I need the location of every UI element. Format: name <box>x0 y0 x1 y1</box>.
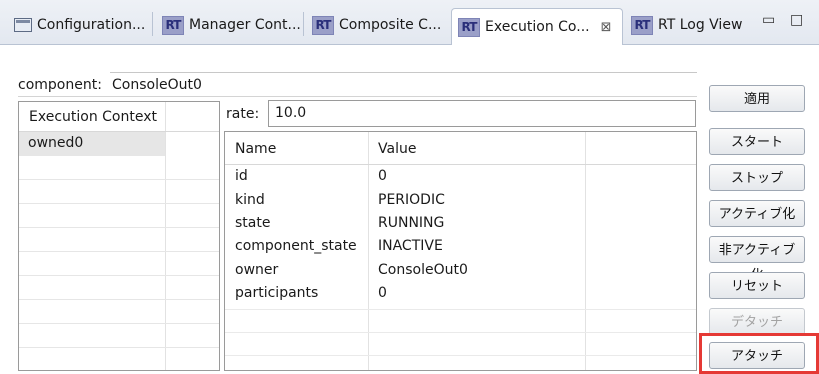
table-row[interactable]: id 0 <box>225 165 696 189</box>
property-name: owner <box>235 262 279 278</box>
tab-label: Manager Cont... <box>189 17 301 33</box>
execution-context-list[interactable]: Execution Context owned0 <box>18 101 220 371</box>
reset-button[interactable]: リセット <box>709 272 805 299</box>
table-row[interactable]: owner ConsoleOut0 <box>225 259 696 283</box>
attach-button[interactable]: アタッチ <box>709 342 805 369</box>
property-name: kind <box>235 192 265 208</box>
rt-icon: RT <box>631 15 653 35</box>
tab-label: Execution Co... <box>485 19 590 35</box>
property-name: id <box>235 168 248 184</box>
component-field-border <box>110 72 697 73</box>
tab-label: RT Log View <box>658 17 743 33</box>
rt-icon: RT <box>458 17 480 37</box>
tab-label: Composite C... <box>339 17 442 33</box>
rt-icon: RT <box>312 15 334 35</box>
maximize-icon[interactable]: □ <box>790 12 803 28</box>
activate-button[interactable]: アクティブ化 <box>709 200 805 227</box>
properties-table[interactable]: Name Value id 0 kind PERIODIC state RUNN… <box>224 131 697 371</box>
tab-configuration[interactable]: Configuration... <box>8 8 151 42</box>
rate-label: rate: <box>226 106 260 122</box>
property-name: component_state <box>235 238 357 254</box>
tab-label: Configuration... <box>37 17 146 33</box>
divider <box>18 96 697 97</box>
tab-manager-control[interactable]: RT Manager Cont... <box>156 8 307 42</box>
rate-input[interactable]: 10.0 <box>268 100 696 127</box>
stop-button[interactable]: ストップ <box>709 164 805 191</box>
properties-table-header: Name Value <box>225 132 696 165</box>
property-value: PERIODIC <box>378 192 445 208</box>
close-icon[interactable]: ⊠ <box>601 20 612 35</box>
table-row[interactable]: kind PERIODIC <box>225 189 696 213</box>
table-row[interactable]: component_state INACTIVE <box>225 235 696 259</box>
apply-button[interactable]: 適用 <box>709 85 805 112</box>
table-row[interactable]: state RUNNING <box>225 212 696 236</box>
property-name: state <box>235 215 271 231</box>
column-header-value[interactable]: Value <box>378 141 416 157</box>
property-name: participants <box>235 285 319 301</box>
configuration-view-icon <box>14 18 32 32</box>
deactivate-button[interactable]: 非アクティブ化 <box>709 236 805 283</box>
property-value: 0 <box>378 285 387 301</box>
start-button[interactable]: スタート <box>709 128 805 155</box>
property-value: 0 <box>378 168 387 184</box>
tab-execution-context[interactable]: RT Execution Co... ⊠ <box>451 8 623 45</box>
list-item-label: owned0 <box>28 135 84 151</box>
property-value: RUNNING <box>378 215 445 231</box>
property-value: INACTIVE <box>378 238 443 254</box>
component-name-value: ConsoleOut0 <box>112 77 202 93</box>
tab-composite-component[interactable]: RT Composite C... <box>306 8 447 42</box>
tab-rt-log-view[interactable]: RT RT Log View <box>625 8 748 42</box>
rt-icon: RT <box>162 15 184 35</box>
detach-button[interactable]: デタッチ <box>709 308 805 335</box>
minimize-icon[interactable]: ▭ <box>762 12 775 28</box>
execution-context-item-owned0[interactable]: owned0 <box>19 132 165 156</box>
view-tab-bar: Configuration... RT Manager Cont... RT C… <box>0 0 819 45</box>
property-value: ConsoleOut0 <box>378 262 468 278</box>
table-row[interactable]: participants 0 <box>225 282 696 306</box>
execution-context-column-header[interactable]: Execution Context <box>19 102 219 132</box>
component-label: component: <box>18 77 102 93</box>
column-header-name[interactable]: Name <box>235 141 276 157</box>
